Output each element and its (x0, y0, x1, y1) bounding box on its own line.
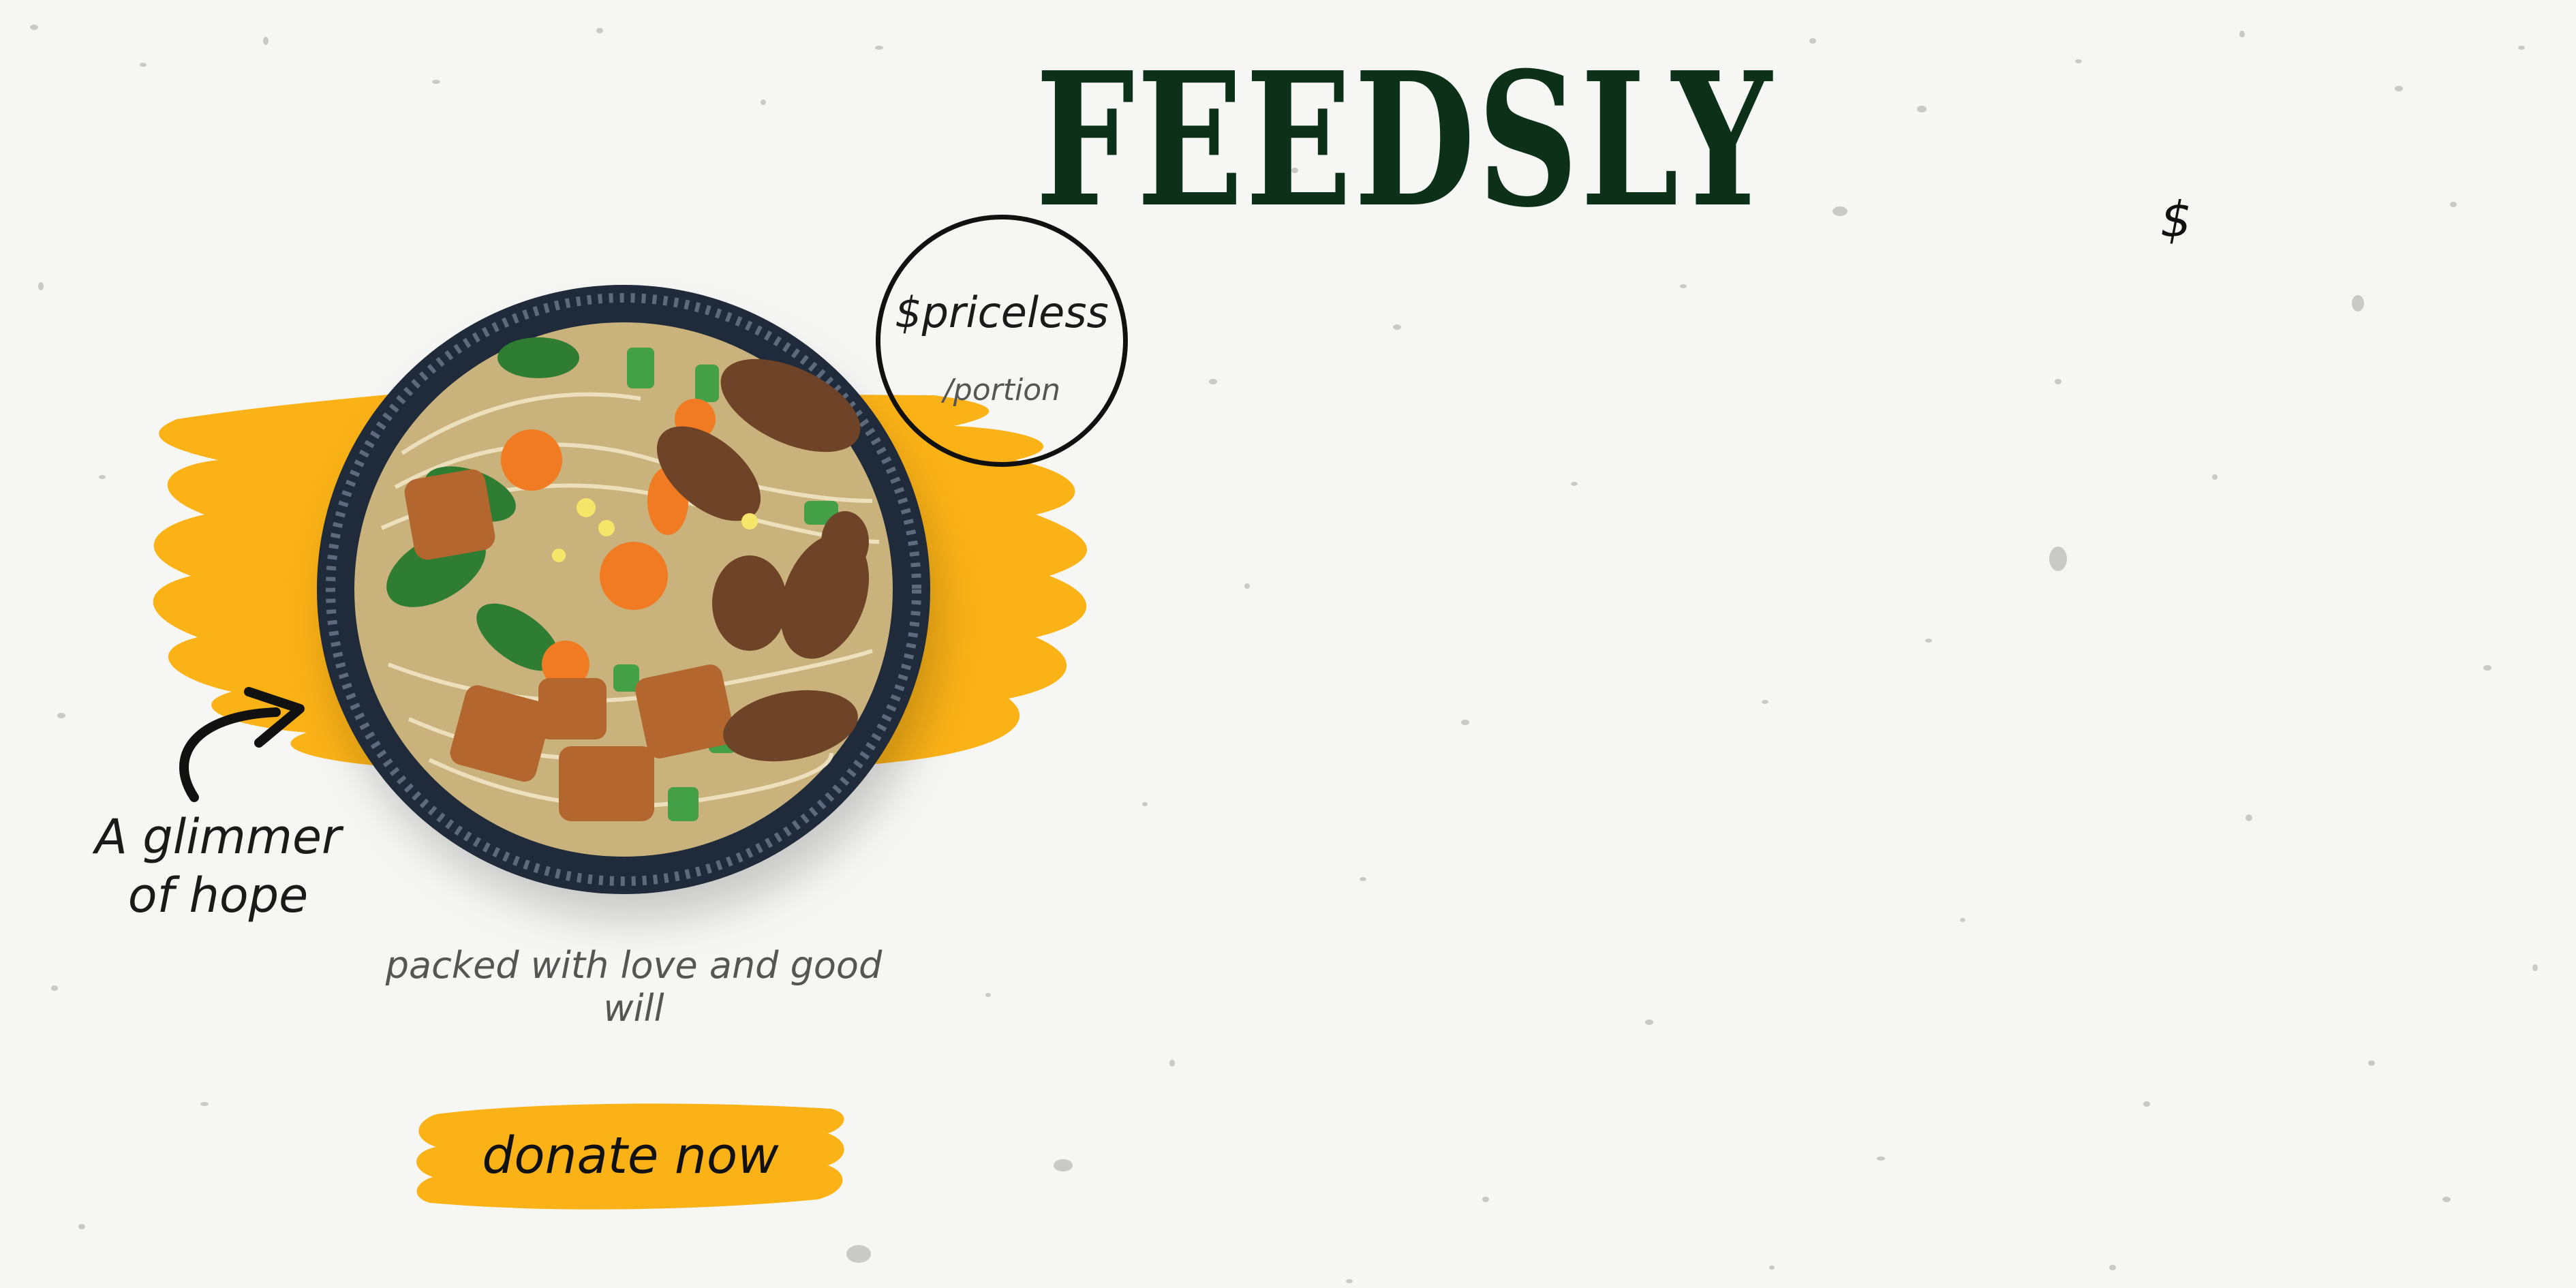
donate-button-label: donate now (482, 1126, 779, 1185)
price-unit: /portion (942, 373, 1061, 408)
noodle-soup-bowl-image (317, 285, 930, 894)
brand-logo: FEEDSLY (1035, 31, 1774, 248)
hope-callout: A glimmer of hope (82, 808, 354, 925)
dollar-sign-decoration: $ (2160, 191, 2192, 248)
curved-arrow-icon (179, 687, 305, 802)
hope-callout-line-1: A glimmer (95, 809, 341, 865)
price-badge: $priceless /portion (876, 215, 1128, 467)
tagline: packed with love and good will (385, 944, 883, 1030)
hope-callout-line-2: of hope (127, 868, 309, 923)
price-amount: $priceless (895, 288, 1109, 337)
donate-button[interactable]: donate now (409, 1094, 852, 1216)
